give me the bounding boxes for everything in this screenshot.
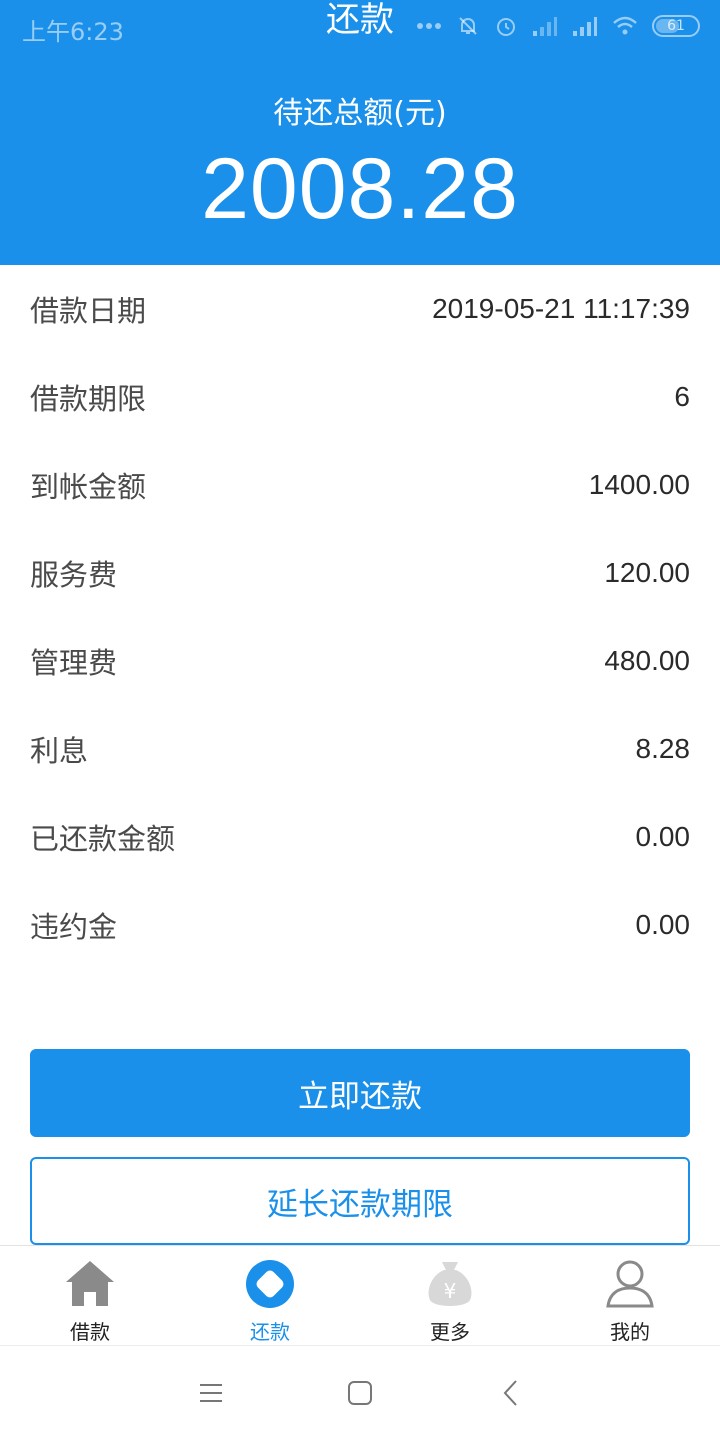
tab-label: 更多	[430, 1320, 470, 1344]
menu-icon[interactable]	[196, 1378, 226, 1408]
total-label: 待还总额(元)	[273, 96, 447, 131]
detail-row-interest: 利息 8.28	[30, 705, 690, 793]
detail-row-loan-term: 借款期限 6	[30, 353, 690, 441]
tab-more[interactable]: ¥ 更多	[360, 1246, 540, 1346]
detail-label: 到帐金额	[30, 470, 147, 504]
detail-value: 1400.00	[588, 469, 690, 500]
detail-label: 违约金	[30, 910, 118, 944]
header: 上午6:23 61 还款 待还总额(元) 2008.28	[0, 0, 720, 265]
tab-repay[interactable]: 还款	[180, 1246, 360, 1346]
detail-value: 120.00	[604, 557, 690, 588]
detail-label: 借款日期	[30, 294, 147, 328]
detail-list: 借款日期 2019-05-21 11:17:39 借款期限 6 到帐金额 140…	[30, 265, 690, 969]
extend-term-button[interactable]: 延长还款期限	[30, 1157, 690, 1245]
tab-mine[interactable]: 我的	[540, 1246, 720, 1346]
home-icon	[66, 1261, 114, 1306]
page-title: 还款	[326, 0, 394, 40]
pay-now-button[interactable]: 立即还款	[30, 1049, 690, 1137]
total-amount: 2008.28	[201, 141, 519, 237]
detail-value: 0.00	[635, 821, 691, 852]
tab-borrow[interactable]: 借款	[0, 1246, 180, 1346]
detail-row-penalty: 违约金 0.00	[30, 881, 690, 969]
detail-label: 利息	[30, 734, 89, 768]
detail-value: 0.00	[635, 909, 691, 940]
user-icon	[606, 1260, 654, 1308]
detail-value: 2019-05-21 11:17:39	[432, 293, 690, 324]
system-nav-bar	[0, 1345, 720, 1440]
detail-row-management-fee: 管理费 480.00	[30, 617, 690, 705]
detail-value: 480.00	[604, 645, 690, 676]
back-icon[interactable]	[496, 1378, 526, 1408]
home-square-icon[interactable]	[345, 1378, 375, 1408]
svg-text:¥: ¥	[444, 1279, 457, 1303]
detail-row-received-amount: 到帐金额 1400.00	[30, 441, 690, 529]
detail-row-repaid-amount: 已还款金额 0.00	[30, 793, 690, 881]
detail-row-service-fee: 服务费 120.00	[30, 529, 690, 617]
tab-label: 还款	[250, 1320, 290, 1344]
detail-label: 已还款金额	[30, 822, 176, 856]
bottom-tab-bar: 借款 还款 ¥ 更多 我的	[0, 1245, 720, 1345]
detail-label: 服务费	[30, 558, 118, 592]
detail-label: 管理费	[30, 646, 118, 680]
repay-diamond-icon	[246, 1260, 294, 1308]
detail-row-loan-date: 借款日期 2019-05-21 11:17:39	[30, 265, 690, 353]
tab-label: 我的	[610, 1320, 650, 1344]
detail-value: 6	[674, 381, 690, 412]
tab-label: 借款	[70, 1320, 110, 1344]
detail-value: 8.28	[635, 733, 691, 764]
detail-label: 借款期限	[30, 382, 147, 416]
money-bag-icon: ¥	[428, 1262, 472, 1306]
